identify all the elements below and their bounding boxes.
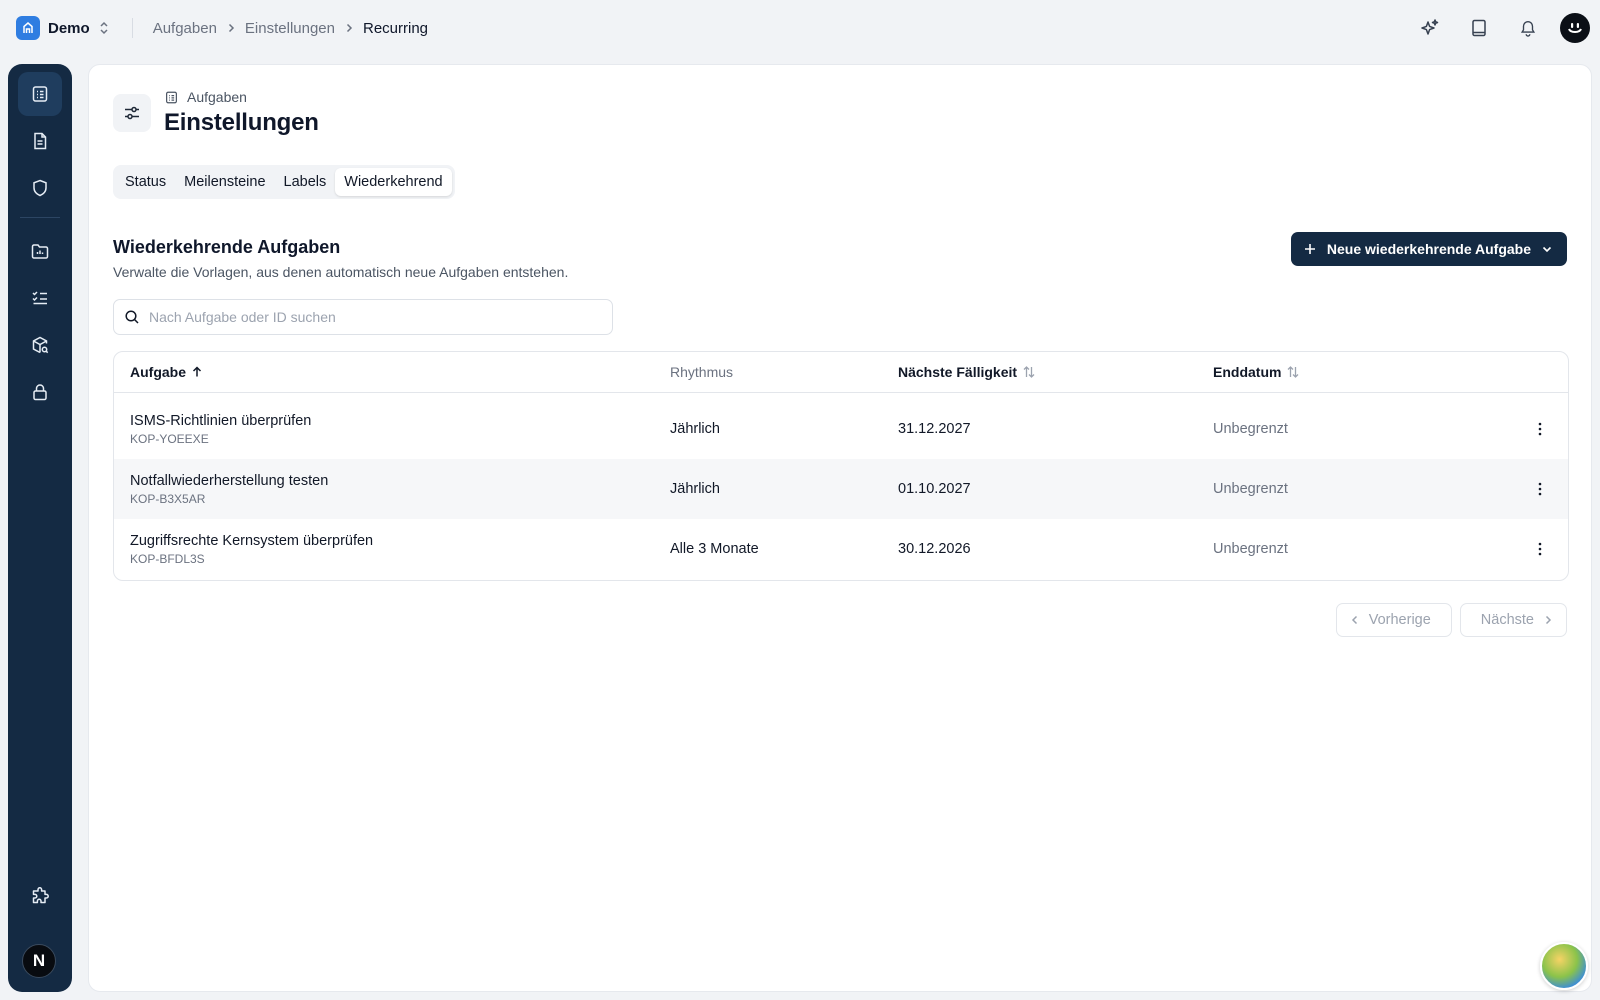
sidebar-item-security[interactable]: [18, 370, 62, 414]
tab-wiederkehrend[interactable]: Wiederkehrend: [335, 168, 452, 196]
task-name: Notfallwiederherstellung testen: [130, 472, 329, 489]
sidebar: N: [8, 64, 72, 992]
lock-icon: [33, 384, 47, 401]
task-name: ISMS-Richtlinien überprüfen: [130, 412, 312, 429]
tab-meilensteine[interactable]: Meilensteine: [175, 168, 274, 196]
next-page-button[interactable]: Nächste: [1459, 603, 1567, 637]
sidebar-item-integrations[interactable]: [18, 874, 62, 918]
task-end-date: Unbegrenzt: [1213, 481, 1288, 497]
sidebar-item-folders[interactable]: [18, 229, 62, 273]
chevron-updown-icon: [98, 21, 110, 35]
column-header-rhythm: Rhythmus: [670, 352, 733, 392]
section-title: Wiederkehrende Aufgaben: [113, 237, 341, 257]
tab-status[interactable]: Status: [116, 168, 175, 196]
section-description: Verwalte die Vorlagen, aus denen automat…: [113, 264, 569, 280]
page-header: Aufgaben Einstellungen: [113, 89, 319, 137]
tasks-icon: [166, 91, 177, 103]
column-header-end-date[interactable]: Enddatum: [1213, 352, 1300, 392]
column-header-next-due-label: Nächste Fälligkeit: [898, 364, 1018, 380]
package-search-icon: [32, 336, 49, 354]
page-title: Einstellungen: [164, 109, 319, 136]
task-next-due: 01.10.2027: [898, 481, 971, 497]
column-header-task-label: Aufgabe: [130, 364, 186, 380]
workspace-name: Demo: [48, 19, 90, 37]
sidebar-item-compliance[interactable]: [18, 166, 62, 210]
column-header-rhythm-label: Rhythmus: [670, 364, 734, 380]
search-icon: [125, 310, 139, 324]
sliders-icon: [113, 94, 151, 132]
more-vertical-icon[interactable]: [1530, 539, 1550, 559]
breadcrumb: Aufgaben Einstellungen Recurring: [153, 20, 428, 37]
chevron-right-icon: [343, 22, 355, 34]
task-id: KOP-B3X5AR: [130, 491, 206, 506]
top-actions: [1397, 12, 1590, 44]
sidebar-item-checklists[interactable]: [18, 276, 62, 320]
breadcrumb-item-aufgaben[interactable]: Aufgaben: [153, 20, 217, 37]
more-vertical-icon[interactable]: [1530, 479, 1550, 499]
settings-tabs: Status Meilensteine Labels Wiederkehrend: [113, 165, 455, 199]
task-id: KOP-YOEEXE: [130, 431, 209, 446]
user-menu-avatar[interactable]: N: [22, 944, 56, 978]
sidebar-item-assets[interactable]: [18, 323, 62, 367]
task-rhythm: Alle 3 Monate: [670, 541, 759, 557]
page-section-text: Aufgaben: [187, 89, 247, 105]
chevron-right-icon: [225, 22, 237, 34]
new-recurring-task-button[interactable]: Neue wiederkehrende Aufgabe: [1290, 232, 1567, 266]
workspace-switcher[interactable]: Demo: [16, 12, 110, 44]
column-header-end-date-label: Enddatum: [1213, 364, 1282, 380]
sort-arrows-icon: [1023, 366, 1035, 378]
chevron-left-icon: [1351, 615, 1357, 625]
tasks-icon: [32, 86, 48, 102]
task-name: Zugriffsrechte Kernsystem überprüfen: [130, 532, 374, 549]
sidebar-item-tasks[interactable]: [18, 72, 62, 116]
table-row[interactable]: Notfallwiederherstellung testen KOP-B3X5…: [114, 459, 1568, 519]
chevron-right-icon: [1545, 615, 1552, 625]
sidebar-item-documents[interactable]: [18, 119, 62, 163]
bell-icon[interactable]: [1512, 12, 1544, 44]
task-next-due: 31.12.2027: [898, 421, 971, 437]
task-end-date: Unbegrenzt: [1213, 421, 1288, 437]
main-panel: Aufgaben Einstellungen Status Meilenstei…: [88, 64, 1592, 992]
tab-labels[interactable]: Labels: [275, 168, 336, 196]
sort-arrows-icon: [1287, 366, 1299, 378]
document-icon: [34, 132, 47, 150]
plus-icon: [1304, 244, 1315, 254]
column-header-task[interactable]: Aufgabe: [130, 352, 203, 392]
book-icon[interactable]: [1463, 12, 1495, 44]
checklist-icon: [32, 291, 47, 305]
top-bar: Demo Aufgaben Einstellungen Recurring: [0, 0, 1600, 56]
shield-icon: [33, 179, 47, 197]
previous-page-button[interactable]: Vorherige: [1335, 603, 1452, 637]
pagination: Vorherige Nächste: [1335, 603, 1567, 637]
task-rhythm: Jährlich: [670, 481, 720, 497]
divider: [131, 18, 133, 38]
previous-page-label: Vorherige: [1368, 612, 1431, 628]
sparkles-icon[interactable]: [1414, 12, 1446, 44]
table-header: Aufgabe Rhythmus Nächste Fälligkeit Endd…: [114, 352, 1568, 393]
workspace-logo-icon: [16, 16, 40, 40]
task-id: KOP-BFDL3S: [130, 551, 205, 566]
task-end-date: Unbegrenzt: [1213, 541, 1288, 557]
arrow-up-icon: [192, 366, 202, 377]
sidebar-divider: [20, 217, 60, 218]
next-page-label: Nächste: [1480, 612, 1534, 628]
search-input[interactable]: [149, 309, 589, 325]
page-section-label: Aufgaben: [164, 89, 319, 105]
task-rhythm: Jährlich: [670, 421, 720, 437]
table-row[interactable]: Zugriffsrechte Kernsystem überprüfen KOP…: [114, 519, 1568, 579]
more-vertical-icon[interactable]: [1530, 419, 1550, 439]
puzzle-icon: [32, 886, 49, 904]
column-header-next-due[interactable]: Nächste Fälligkeit: [898, 352, 1036, 392]
user-avatar[interactable]: [1560, 13, 1590, 43]
breadcrumb-item-einstellungen[interactable]: Einstellungen: [245, 20, 335, 37]
new-recurring-task-label: Neue wiederkehrende Aufgabe: [1326, 241, 1531, 257]
search-field[interactable]: [113, 299, 613, 335]
breadcrumb-item-current: Recurring: [363, 19, 429, 37]
support-chat-icon[interactable]: [1540, 942, 1588, 990]
chevron-down-icon: [1542, 246, 1552, 253]
folder-icon: [31, 244, 49, 259]
task-next-due: 30.12.2026: [898, 541, 971, 557]
table-row[interactable]: ISMS-Richtlinien überprüfen KOP-YOEEXE J…: [114, 399, 1568, 459]
recurring-tasks-table: Aufgabe Rhythmus Nächste Fälligkeit Endd…: [113, 351, 1569, 581]
